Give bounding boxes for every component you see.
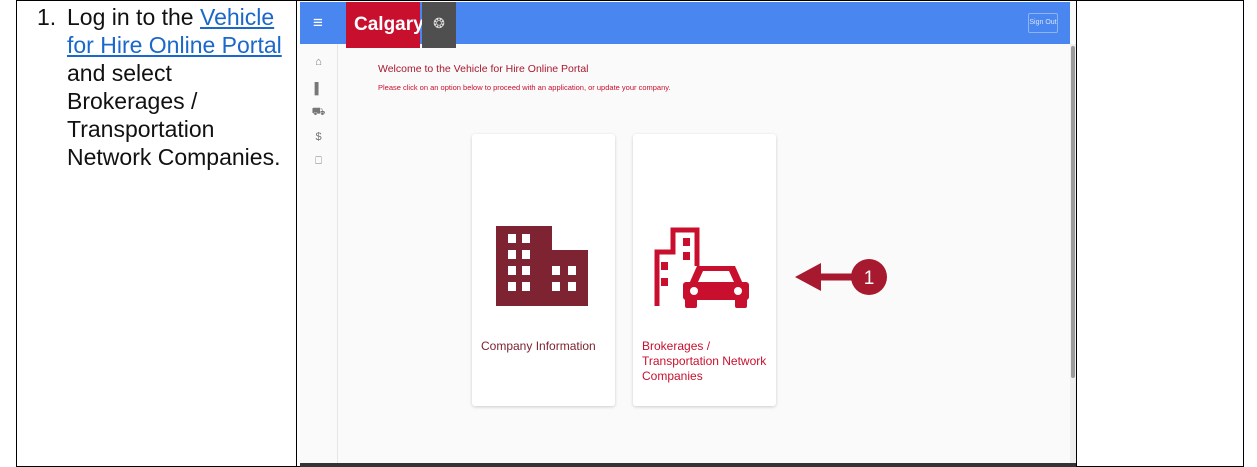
calgary-logo[interactable]: Calgary <box>346 2 424 48</box>
callout-number: 1 <box>864 268 875 289</box>
scrollbar-thumb[interactable] <box>1071 46 1075 378</box>
brokerages-card[interactable]: Brokerages / Transportation Network Comp… <box>633 134 776 406</box>
empty-cell <box>1076 0 1244 467</box>
building-icon[interactable]: ▌ <box>300 83 337 95</box>
card-label-brokerages: Brokerages / Transportation Network Comp… <box>642 339 767 383</box>
welcome-subtext: Please click on an option below to proce… <box>378 83 671 92</box>
step-list: 1. Log in to the Vehicle for Hire Online… <box>17 1 296 171</box>
sign-out-button[interactable]: Sign Out <box>1028 13 1058 33</box>
crest-icon: ❂ <box>422 2 456 48</box>
vehicle-icon[interactable]: ⛟ <box>300 106 337 120</box>
portal-screenshot: ≡ Calgary ❂ Sign Out ⌂ ▌ ⛟ $ ⎕ Welcome t… <box>300 2 1076 467</box>
building-icon <box>496 226 588 306</box>
card-label-company: Company Information <box>481 339 596 353</box>
lock-icon[interactable]: ⎕ <box>300 155 337 168</box>
company-information-card[interactable]: Company Information <box>472 134 615 406</box>
step-item: 1. Log in to the Vehicle for Hire Online… <box>17 1 296 171</box>
top-bar: ≡ Calgary ❂ Sign Out <box>300 2 1070 48</box>
step-number: 1. <box>37 4 57 30</box>
callout-arrow: 1 <box>795 259 887 295</box>
step-cell: 1. Log in to the Vehicle for Hire Online… <box>16 0 297 467</box>
dollar-icon[interactable]: $ <box>300 131 337 143</box>
step-text-after: and select Brokerages / Transportation N… <box>67 60 281 170</box>
logo-text: Calgary <box>354 14 424 35</box>
welcome-title: Welcome to the Vehicle for Hire Online P… <box>378 63 589 75</box>
home-icon[interactable]: ⌂ <box>300 56 337 68</box>
step-text-before: Log in to the <box>67 4 194 30</box>
building-car-icon <box>654 227 749 308</box>
menu-icon[interactable]: ≡ <box>300 2 336 44</box>
side-rail: ⌂ ▌ ⛟ $ ⎕ <box>300 44 338 463</box>
